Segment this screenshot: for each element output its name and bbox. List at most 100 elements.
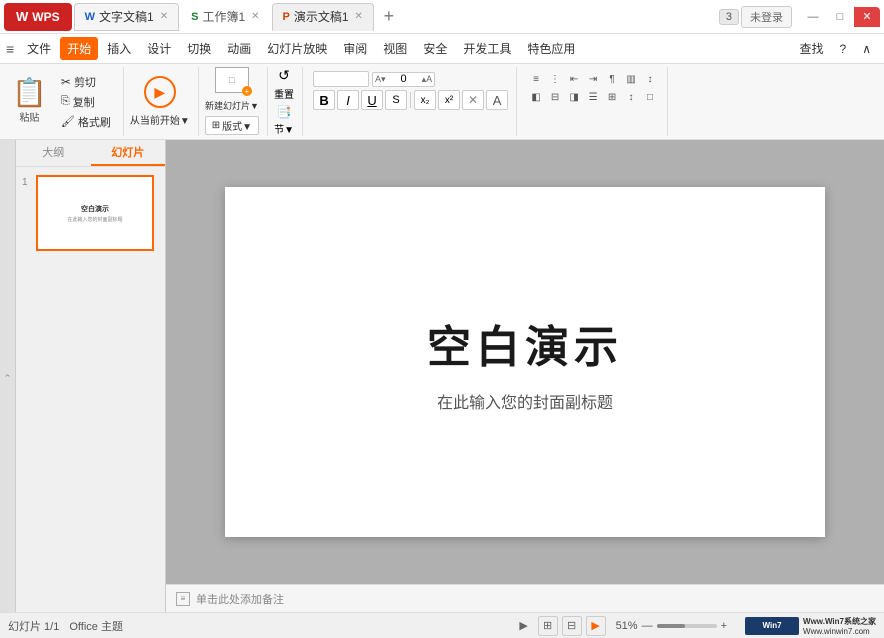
section-button[interactable]: 📑 节▼ [274,105,294,136]
add-tab-button[interactable]: + [376,4,402,30]
panel-tabs: 大纲 幻灯片 [16,140,165,167]
text-box-button[interactable]: □ [641,89,659,105]
slide-thumbnail-1: 空白演示 在此输入您的封面副标题 [36,175,154,251]
tab-presentation-doc[interactable]: P 演示文稿1 ✕ [272,3,374,31]
superscript-button[interactable]: x² [438,90,460,110]
cut-label: 剪切 [74,74,96,90]
watermark-site-top: Www.Win7系统之家 [803,616,876,627]
layout-button[interactable]: ⊞ 版式▼ [205,116,259,135]
format-brush-icon: 🖌 [61,115,75,128]
new-slide-plus-icon: + [242,86,252,96]
zoom-slider[interactable] [657,624,717,628]
underline-button[interactable]: U [361,90,383,110]
section-icon: 📑 [277,105,292,119]
font-size-decrease-button[interactable]: A▾ [373,73,388,86]
font-name-input[interactable] [313,71,369,87]
menu-hamburger-icon[interactable]: ≡ [6,41,14,57]
indent-decrease-button[interactable]: ⇤ [565,71,583,87]
bold-button[interactable]: B [313,90,335,110]
menu-animation[interactable]: 动画 [220,37,258,60]
align-center-button[interactable]: ⊟ [546,89,564,105]
notes-placeholder: 单击此处添加备注 [196,591,284,607]
play-from-current-label: 从当前开始▼ [130,112,190,127]
clear-format-button[interactable]: ✕ [462,90,484,110]
menu-review[interactable]: 审阅 [336,37,374,60]
strikethrough-button[interactable]: S [385,90,407,110]
collapse-ribbon-button[interactable]: ∧ [855,39,878,59]
panel-collapse-button[interactable]: ‹ [0,140,16,612]
outline-tab[interactable]: 大纲 [16,140,91,166]
menu-view[interactable]: 视图 [376,37,414,60]
list-align-row1: ≡ ⋮ ⇤ ⇥ ¶ ▥ ↕ [527,71,659,87]
play-button[interactable]: ▶ [514,616,534,636]
notes-bar[interactable]: ≡ 单击此处添加备注 [166,584,884,612]
restore-button[interactable]: □ [827,7,853,27]
align-right-button[interactable]: ◨ [565,89,583,105]
font-size-input[interactable] [389,73,419,85]
menu-security[interactable]: 安全 [416,37,454,60]
slides-tab[interactable]: 幻灯片 [91,140,166,166]
minimize-button[interactable]: — [800,7,826,27]
direction-button[interactable]: ↕ [641,71,659,87]
line-spacing-button[interactable]: ↕ [622,89,640,105]
new-slide-label: 新建幻灯片▼ [205,99,259,112]
reset-group: ↺ 重置 📑 节▼ [274,67,303,136]
ppt-tab-label: 演示文稿1 [294,8,349,25]
align-distribute-button[interactable]: ⊞ [603,89,621,105]
close-button[interactable]: ✕ [854,7,880,27]
cut-icon: ✂ [61,75,71,89]
login-button[interactable]: 未登录 [741,6,792,28]
word-tab-close[interactable]: ✕ [160,11,168,22]
slide-canvas[interactable]: 空白演示 在此输入您的封面副标题 [225,187,825,537]
normal-view-button[interactable]: ⊞ [538,616,558,636]
subscript-button[interactable]: x₂ [414,90,436,110]
slide-sorter-button[interactable]: ⊟ [562,616,582,636]
play-from-current-group[interactable]: ▶ 从当前开始▼ [130,67,199,136]
menu-insert[interactable]: 插入 [100,37,138,60]
tab-excel-doc[interactable]: S 工作簿1 ✕ [181,3,269,31]
zoom-plus-button[interactable]: + [721,620,727,632]
play-from-current-icon: ▶ [144,76,176,108]
font-size-increase-button[interactable]: ▴A [420,73,435,86]
menu-slideshow[interactable]: 幻灯片放映 [260,37,334,60]
paragraph-setting-button[interactable]: ¶ [603,71,621,87]
align-justify-button[interactable]: ☰ [584,89,602,105]
format-brush-button[interactable]: 🖌 格式刷 [57,113,115,131]
help-button[interactable]: ? [833,39,854,59]
bullet-list-button[interactable]: ≡ [527,71,545,87]
menu-start[interactable]: 开始 [60,37,98,60]
menu-file[interactable]: 文件 [20,37,58,60]
copy-button[interactable]: ⎘ 复制 [57,93,115,111]
font-color-button[interactable]: A [486,90,508,110]
column-layout-button[interactable]: ▥ [622,71,640,87]
align-left-button[interactable]: ◧ [527,89,545,105]
new-slide-button[interactable]: □ + 新建幻灯片▼ [205,67,259,112]
slide-item-1[interactable]: 1 空白演示 在此输入您的封面副标题 [36,175,157,251]
reset-button[interactable]: ↺ 重置 [274,67,294,101]
new-slide-icon: □ + [215,67,249,93]
slide-count-status: 幻灯片 1/1 [8,618,59,634]
ppt-tab-close[interactable]: ✕ [355,11,363,22]
slide-main-title: 空白演示 [427,311,623,375]
paste-button[interactable]: 📋 粘贴 [6,75,53,128]
wps-logo-tab[interactable]: W WPS [4,3,72,31]
collapse-icon: ‹ [2,374,13,377]
zoom-minus-button[interactable]: — [642,620,653,632]
reading-view-button[interactable]: ▶ [586,616,606,636]
excel-tab-close[interactable]: ✕ [251,11,259,22]
numbered-list-button[interactable]: ⋮ [546,71,564,87]
clipboard-small-group: ✂ 剪切 ⎘ 复制 🖌 格式刷 [57,73,115,131]
cut-button[interactable]: ✂ 剪切 [57,73,115,91]
menu-features[interactable]: 特色应用 [520,37,582,60]
italic-button[interactable]: I [337,90,359,110]
indent-increase-button[interactable]: ⇥ [584,71,602,87]
menu-devtools[interactable]: 开发工具 [456,37,518,60]
menu-switch[interactable]: 切换 [180,37,218,60]
canvas-scroll[interactable]: 空白演示 在此输入您的封面副标题 [166,140,884,584]
watermark-label: Www.Win7系统之家 Www.winwin7.com [803,616,876,636]
tab-word-doc[interactable]: W 文字文稿1 ✕ [74,3,179,31]
font-size-control: A▾ ▴A [372,72,435,87]
menu-design[interactable]: 设计 [140,37,178,60]
search-button[interactable]: 查找 [793,37,831,60]
ppt-tab-icon: P [283,11,290,23]
